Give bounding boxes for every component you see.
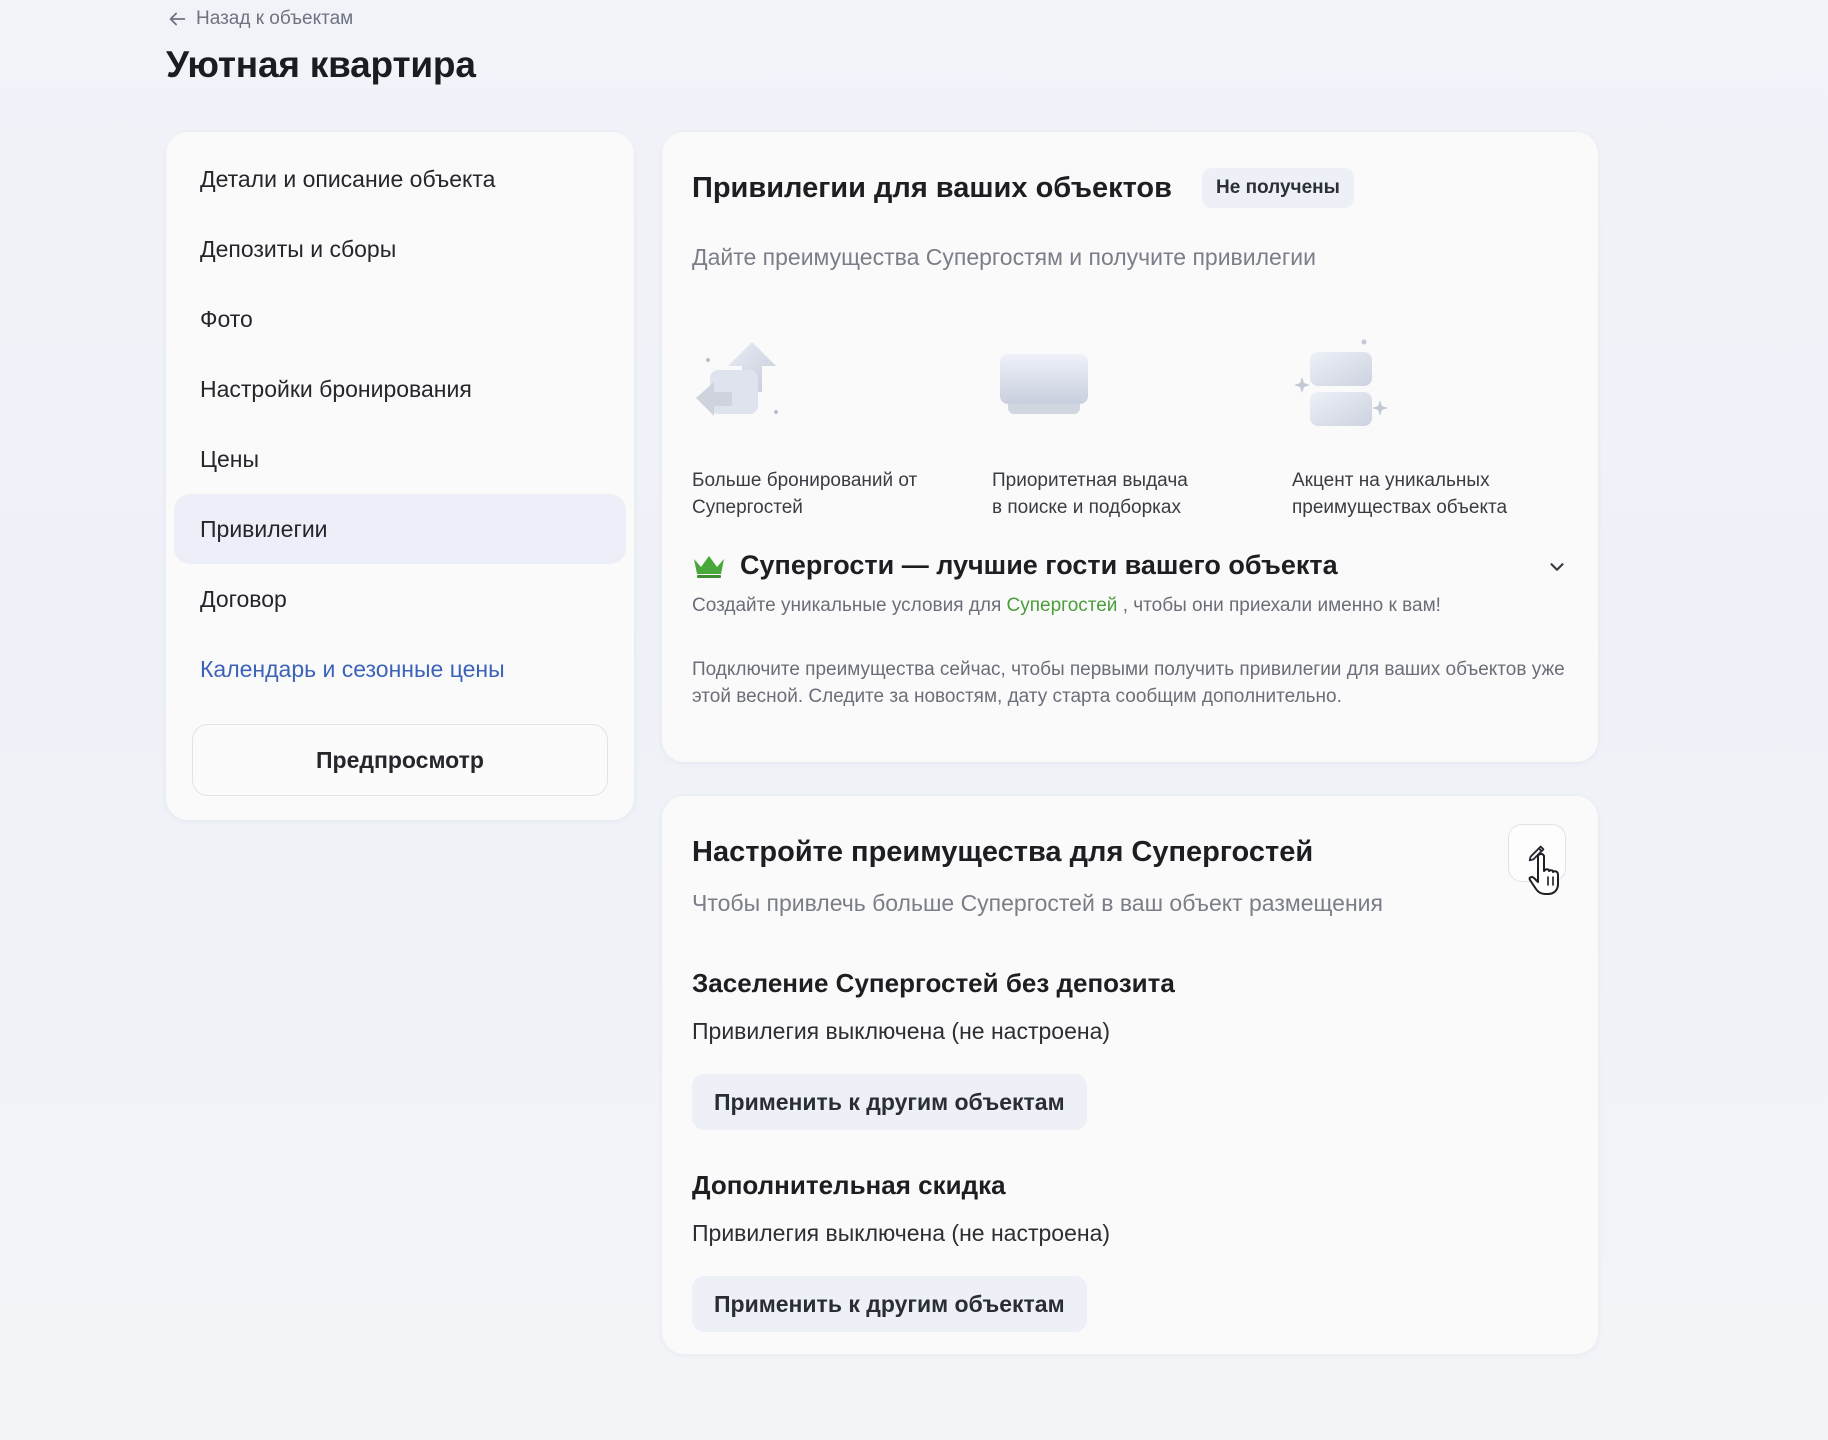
edit-button[interactable]	[1508, 824, 1566, 882]
section-status-no-deposit: Привилегия выключена (не настроена)	[692, 1018, 1111, 1044]
section-title-no-deposit: Заселение Супергостей без депозита	[692, 968, 1175, 998]
chevron-down-icon[interactable]	[1546, 556, 1568, 578]
sidebar-item-prices[interactable]: Цены	[174, 424, 626, 494]
superguests-header[interactable]: Супергости — лучшие гости вашего объекта	[692, 550, 1568, 581]
sidebar-item-deposits[interactable]: Депозиты и сборы	[174, 214, 626, 284]
back-link[interactable]: Назад к объектам	[166, 8, 353, 30]
superguests-note: Подключите преимущества сейчас, чтобы пе…	[692, 659, 1565, 707]
feature-text-line: преимуществах объекта	[1292, 497, 1508, 518]
bookings-arrows-icon	[696, 342, 778, 416]
feature-text-line: Акцент на уникальных	[1292, 470, 1490, 491]
superguests-link[interactable]: Супергостей	[1007, 595, 1118, 616]
superguests-text-after: , чтобы они приехали именно к вам!	[1122, 595, 1441, 616]
feature-text-line: Приоритетная выдача	[992, 470, 1188, 491]
sidebar-item-calendar[interactable]: Календарь и сезонные цены	[174, 634, 626, 704]
preview-button[interactable]: Предпросмотр	[192, 724, 608, 796]
section-title-discount: Дополнительная скидка	[692, 1170, 1006, 1200]
superguests-text-before: Создайте уникальные условия для	[692, 595, 1002, 616]
apply-to-others-button[interactable]: Применить к другим объектам	[692, 1276, 1087, 1332]
config-title: Настройте преимущества для Супергостей	[692, 836, 1314, 868]
sidebar-item-contract[interactable]: Договор	[174, 564, 626, 634]
feature-text-line: в поиске и подборках	[992, 497, 1181, 518]
arrow-left-icon	[169, 12, 186, 26]
superguests-description: Создайте уникальные условия для Супергос…	[692, 592, 1512, 619]
sparkle-cards-icon	[1294, 339, 1388, 426]
crown-icon	[694, 555, 724, 578]
config-card: Настройте преимущества для Супергостей Ч…	[662, 796, 1598, 1354]
page-title: Уютная квартира	[166, 44, 476, 85]
feature-unique-accent: Акцент на уникальных преимуществах объек…	[1292, 332, 1572, 521]
config-subtitle: Чтобы привлечь больше Супергостей в ваш …	[692, 890, 1383, 916]
sidebar-item-details[interactable]: Детали и описание объекта	[174, 144, 626, 214]
pencil-icon	[1528, 845, 1545, 862]
priority-card-icon	[1000, 354, 1088, 414]
sidebar: Детали и описание объекта Депозиты и сбо…	[166, 132, 634, 820]
privileges-title: Привилегии для ваших объектов	[692, 172, 1172, 204]
back-link-label: Назад к объектам	[196, 8, 354, 29]
sidebar-item-photo[interactable]: Фото	[174, 284, 626, 354]
status-badge: Не получены	[1202, 168, 1354, 208]
superguests-title: Супергости — лучшие гости вашего объекта	[740, 550, 1338, 580]
section-status-discount: Привилегия выключена (не настроена)	[692, 1220, 1111, 1246]
privileges-subtitle: Дайте преимущества Супергостям и получит…	[692, 244, 1316, 270]
sidebar-item-privileges[interactable]: Привилегии	[174, 494, 626, 564]
feature-text-line: Больше бронирований от	[692, 470, 918, 491]
feature-priority-search: Приоритетная выдача в поиске и подборках	[992, 332, 1272, 521]
apply-to-others-button[interactable]: Применить к другим объектам	[692, 1074, 1087, 1130]
feature-text-line: Супергостей	[692, 497, 803, 518]
privileges-card: Привилегии для ваших объектов Не получен…	[662, 132, 1598, 762]
sidebar-item-booking-settings[interactable]: Настройки бронирования	[174, 354, 626, 424]
feature-more-bookings: Больше бронирований от Супергостей	[692, 332, 972, 521]
